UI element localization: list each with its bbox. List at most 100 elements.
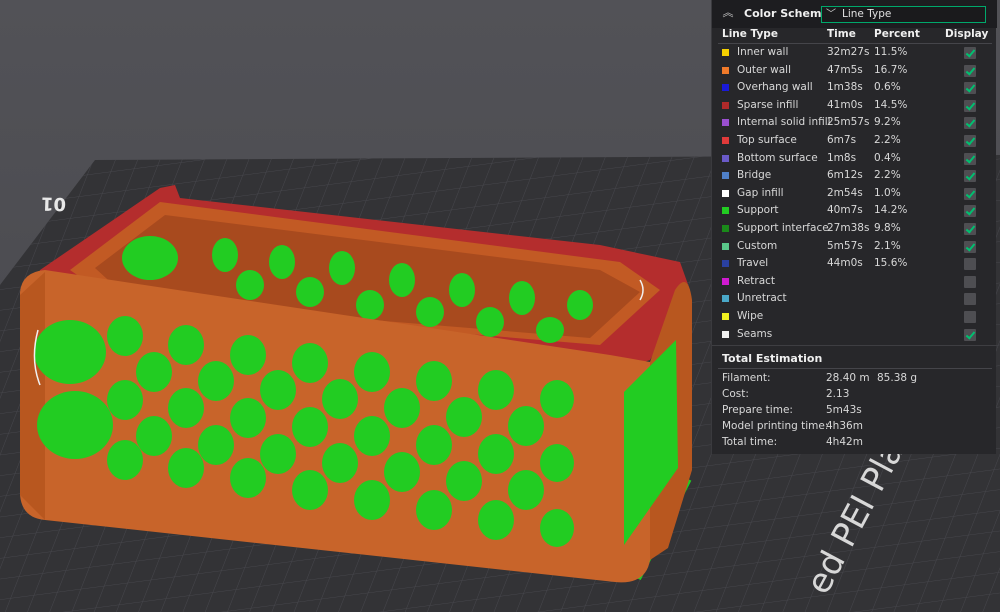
total-value: 5m43s — [826, 403, 862, 416]
line-type-percent: 0.6% — [874, 81, 901, 94]
line-type-label: Wipe — [737, 310, 764, 322]
line-type-time: 47m5s — [827, 63, 863, 76]
line-type-label: Support interface — [737, 222, 829, 234]
total-row: Model printing time: 4h36m — [712, 420, 997, 436]
model-preview[interactable] — [20, 185, 692, 583]
total-label: Total time: — [722, 435, 778, 448]
display-checkbox[interactable] — [964, 240, 976, 253]
color-scheme-bar: ︽ Color Scheme ﹀ Line Type — [712, 0, 997, 28]
display-checkbox[interactable] — [964, 223, 976, 235]
display-checkbox[interactable] — [964, 205, 976, 218]
line-type-label: Custom — [737, 239, 778, 252]
line-type-time: 1m8s — [827, 151, 857, 164]
section-divider — [712, 345, 997, 346]
color-swatch — [722, 137, 729, 144]
color-swatch — [722, 313, 729, 320]
display-checkbox[interactable] — [964, 311, 976, 323]
line-type-row: Seams — [712, 327, 997, 345]
display-checkbox[interactable] — [964, 99, 976, 112]
display-checkbox[interactable] — [964, 117, 976, 130]
display-checkbox[interactable] — [964, 47, 976, 59]
line-type-label: Bottom surface — [737, 151, 818, 164]
column-header-time: Time — [827, 28, 856, 40]
color-swatch — [722, 225, 729, 232]
total-label: Model printing time: — [722, 419, 829, 432]
color-swatch — [722, 172, 729, 180]
total-value-secondary: 85.38 g — [877, 372, 918, 384]
line-type-time: 44m0s — [827, 257, 863, 270]
line-type-row: Internal solid infill 25m57s 9.2% — [712, 115, 997, 133]
line-type-label: Gap infill — [737, 186, 784, 199]
line-type-time: 27m38s — [827, 222, 870, 234]
line-type-label: Inner wall — [737, 46, 789, 58]
display-checkbox[interactable] — [964, 170, 976, 183]
line-type-row: Wipe — [712, 309, 997, 327]
chevron-down-icon: ﹀ — [826, 9, 836, 20]
chevron-up-icon[interactable]: ︽ — [721, 6, 735, 20]
line-type-row: Gap infill 2m54s 1.0% — [712, 186, 997, 204]
total-row: Prepare time: 5m43s — [712, 404, 997, 420]
color-swatch — [722, 49, 729, 56]
line-type-time: 41m0s — [827, 98, 863, 111]
color-swatch — [722, 295, 729, 303]
column-header-percent: Percent — [874, 28, 920, 40]
color-swatch — [722, 189, 729, 197]
line-type-row: Inner wall 32m27s 11.5% — [712, 45, 997, 63]
line-type-time: 1m38s — [827, 81, 863, 94]
total-row: Total time: 4h42m — [712, 436, 997, 452]
line-type-time: 40m7s — [827, 204, 863, 217]
display-checkbox[interactable] — [964, 275, 976, 288]
line-type-row: Bottom surface 1m8s 0.4% — [712, 151, 997, 169]
line-type-percent: 0.4% — [874, 151, 901, 164]
color-swatch — [722, 260, 729, 268]
color-scheme-label: Color Scheme — [744, 7, 829, 20]
line-type-label: Bridge — [737, 169, 772, 182]
total-label: Prepare time: — [722, 403, 793, 416]
line-type-label: Support — [737, 204, 779, 217]
total-value: 4h42m — [826, 435, 863, 448]
line-type-row: Bridge 6m12s 2.2% — [712, 168, 997, 186]
display-checkbox[interactable] — [964, 64, 976, 77]
line-type-row: Sparse infill 41m0s 14.5% — [712, 98, 997, 116]
line-type-percent: 14.2% — [874, 204, 908, 217]
line-type-percent: 2.2% — [874, 169, 901, 182]
total-value: 4h36m — [826, 419, 863, 432]
color-swatch — [722, 154, 729, 162]
total-label: Filament: — [722, 372, 771, 384]
display-checkbox[interactable] — [964, 135, 976, 147]
display-checkbox[interactable] — [964, 82, 976, 95]
line-type-label: Overhang wall — [737, 81, 813, 94]
display-checkbox[interactable] — [964, 187, 976, 200]
line-type-row: Support 40m7s 14.2% — [712, 203, 997, 221]
total-value: 2.13 — [826, 387, 850, 400]
display-checkbox[interactable] — [964, 328, 976, 341]
color-swatch — [722, 101, 729, 109]
display-checkbox[interactable] — [964, 258, 976, 271]
line-type-time: 25m57s — [827, 116, 870, 129]
total-row: Cost: 2.13 — [712, 388, 997, 404]
line-type-label: Travel — [737, 257, 769, 270]
line-type-percent: 2.2% — [874, 134, 901, 146]
line-type-time: 5m57s — [827, 239, 863, 252]
line-type-row: Travel 44m0s 15.6% — [712, 256, 997, 274]
line-type-percent: 9.8% — [874, 222, 901, 234]
total-row: Filament: 28.40 m 85.38 g — [712, 372, 997, 388]
total-estimation-title: Total Estimation — [722, 352, 823, 365]
display-checkbox[interactable] — [964, 152, 976, 165]
line-type-percent: 1.0% — [874, 186, 901, 199]
color-swatch — [722, 119, 729, 127]
line-type-row: Overhang wall 1m38s 0.6% — [712, 80, 997, 98]
color-swatch — [722, 66, 729, 74]
color-scheme-dropdown[interactable]: ﹀ Line Type — [821, 6, 986, 23]
line-type-time: 2m54s — [827, 186, 863, 199]
display-checkbox[interactable] — [964, 293, 976, 306]
line-type-percent: 2.1% — [874, 239, 901, 252]
line-type-label: Unretract — [737, 292, 787, 305]
column-header-type: Line Type — [722, 28, 778, 40]
line-type-row: Custom 5m57s 2.1% — [712, 239, 997, 257]
color-swatch — [722, 84, 729, 92]
line-type-row: Support interface 27m38s 9.8% — [712, 221, 997, 239]
line-type-label: Sparse infill — [737, 98, 799, 111]
color-swatch — [722, 207, 729, 215]
color-swatch — [722, 242, 729, 250]
